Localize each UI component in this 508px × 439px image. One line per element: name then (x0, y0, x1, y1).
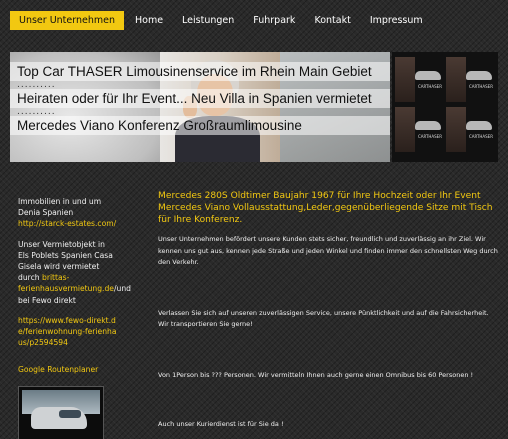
nav-unser-unternehmen[interactable]: Unser Unternehmen (10, 11, 124, 30)
nav-impressum[interactable]: Impressum (362, 11, 431, 30)
service-paragraph: Verlassen Sie sich auf unseren zuverläss… (158, 308, 489, 329)
gallery-thumb[interactable]: CARTHASER (446, 107, 495, 152)
routenplaner-image[interactable] (18, 385, 104, 439)
banner-dots: .......... (17, 107, 56, 117)
sidebar-real-estate: Immobilien in und um Denia Spanien http:… (18, 196, 118, 230)
intro-paragraph: Unser Unternehmen befördert unsere Kunde… (158, 235, 498, 266)
gallery-thumb[interactable]: CARTHASER (446, 57, 495, 102)
header-banner: Top Car THASER Limousinenservice im Rhei… (10, 52, 390, 162)
thumb-brand: CARTHASER (417, 84, 442, 89)
banner-line-3: Mercedes Viano Konferenz Großraumlimousi… (10, 116, 390, 135)
nav-leistungen[interactable]: Leistungen (174, 11, 242, 30)
thumb-brand: CARTHASER (468, 134, 493, 139)
nav-fuhrpark[interactable]: Fuhrpark (245, 11, 303, 30)
nav-home[interactable]: Home (127, 11, 171, 30)
main-content: Mercedes 280S Oldtimer Baujahr 1967 für … (158, 190, 498, 431)
banner-line-2: Heiraten oder für Ihr Event... Neu Villa… (10, 89, 390, 108)
main-title: Mercedes 280S Oldtimer Baujahr 1967 für … (158, 191, 493, 225)
courier-paragraph: Auch unser Kurierdienst ist für Sie da ! (158, 420, 284, 428)
nav-kontakt[interactable]: Kontakt (306, 11, 358, 30)
capacity-paragraph: Von 1Person bis ??? Personen. Wir vermit… (158, 370, 474, 379)
starck-estates-link[interactable]: http://starck-estates.com/ (18, 219, 116, 228)
banner-slogans: Top Car THASER Limousinenservice im Rhei… (10, 62, 390, 135)
sidebar-rental: Unser Vermietobjekt in Els Poblets Spani… (18, 239, 131, 306)
gallery-thumb[interactable]: CARTHASER (395, 57, 444, 102)
thumb-brand: CARTHASER (417, 134, 442, 139)
gallery-thumbnails: CARTHASER CARTHASER CARTHASER CARTHASER (392, 52, 498, 162)
sidebar-fewo: https://www.fewo-direkt.de/ferienwohnung… (18, 315, 118, 349)
real-estate-text: Immobilien in und um Denia Spanien (18, 197, 102, 218)
banner-line-1: Top Car THASER Limousinenservice im Rhei… (10, 62, 390, 81)
routenplaner-heading[interactable]: Google Routenplaner (18, 364, 118, 375)
sidebar: Immobilien in und um Denia Spanien http:… (18, 196, 131, 439)
gallery-thumb[interactable]: CARTHASER (395, 107, 444, 152)
fewo-direkt-link[interactable]: https://www.fewo-direkt.de/ferienwohnung… (18, 316, 117, 347)
banner-dots: .......... (17, 80, 56, 90)
thumb-brand: CARTHASER (468, 84, 493, 89)
main-navigation: Unser Unternehmen Home Leistungen Fuhrpa… (10, 11, 431, 30)
